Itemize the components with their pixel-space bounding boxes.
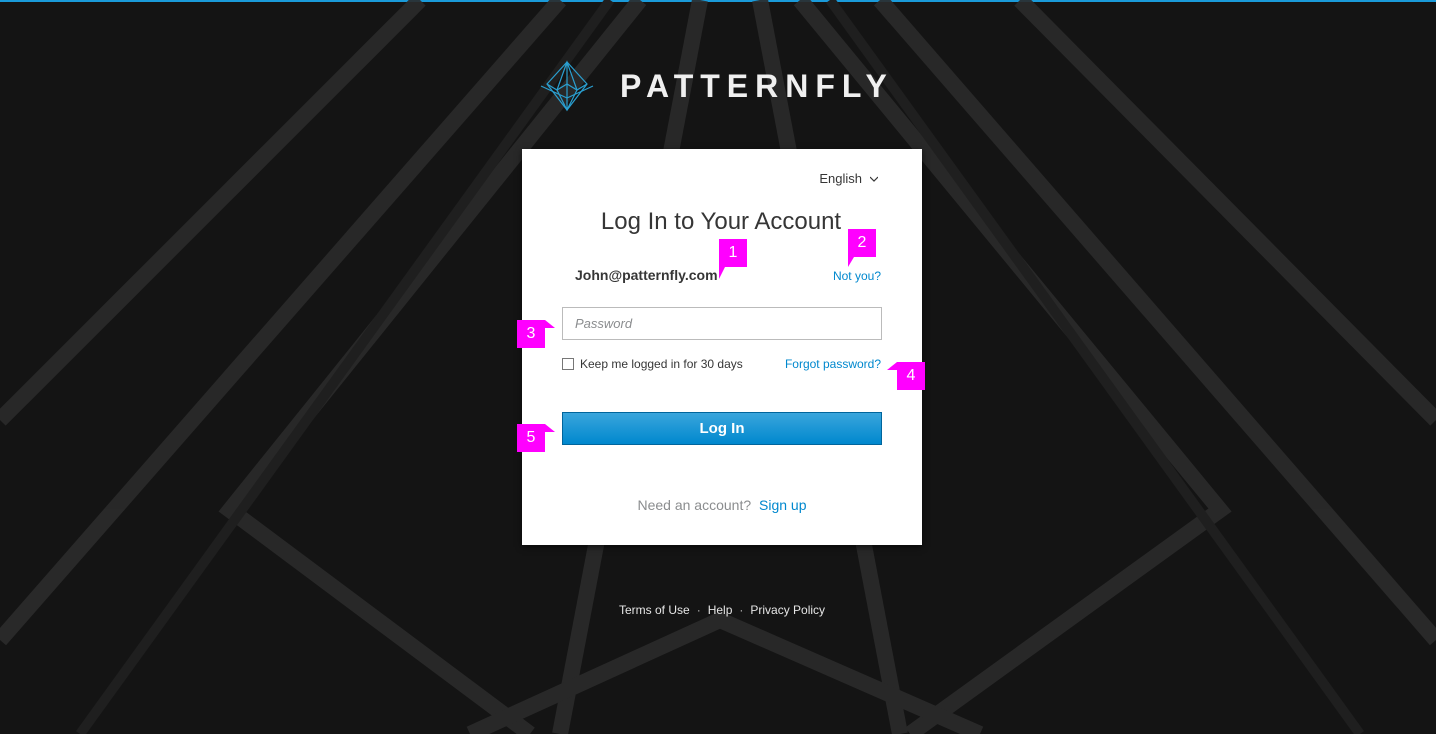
patternfly-logo-icon bbox=[540, 60, 594, 112]
signup-row: Need an account? Sign up bbox=[522, 497, 922, 513]
login-card: English Log In to Your Account John@patt… bbox=[522, 149, 922, 545]
annotation-tail-2 bbox=[848, 257, 854, 267]
language-selector[interactable]: English bbox=[819, 171, 878, 186]
keep-logged-in: Keep me logged in for 30 days bbox=[562, 357, 743, 371]
annotation-marker-1: 1 bbox=[719, 239, 747, 267]
footer-links: Terms of Use · Help · Privacy Policy bbox=[619, 603, 825, 617]
privacy-policy-link[interactable]: Privacy Policy bbox=[750, 603, 825, 617]
annotation-marker-5: 5 bbox=[517, 424, 545, 452]
annotation-marker-2: 2 bbox=[848, 229, 876, 257]
footer-separator: · bbox=[739, 603, 744, 617]
language-label: English bbox=[819, 171, 862, 186]
brand-header: PATTERNFLY bbox=[539, 60, 894, 112]
sign-up-link[interactable]: Sign up bbox=[759, 497, 806, 513]
footer-separator: · bbox=[696, 603, 701, 617]
chevron-down-icon bbox=[870, 176, 878, 182]
annotation-tail-4 bbox=[887, 362, 897, 370]
annotation-marker-3: 3 bbox=[517, 320, 545, 348]
annotation-tail-5 bbox=[545, 424, 555, 432]
terms-of-use-link[interactable]: Terms of Use bbox=[619, 603, 690, 617]
not-you-link[interactable]: Not you? bbox=[833, 269, 881, 283]
annotation-tail-1 bbox=[719, 267, 725, 279]
help-link[interactable]: Help bbox=[708, 603, 733, 617]
need-account-text: Need an account? bbox=[637, 497, 752, 513]
keep-logged-in-label: Keep me logged in for 30 days bbox=[580, 357, 743, 371]
keep-logged-in-checkbox[interactable] bbox=[562, 358, 574, 370]
annotation-marker-4: 4 bbox=[897, 362, 925, 390]
user-email: John@patternfly.com bbox=[575, 267, 718, 283]
password-input[interactable] bbox=[562, 307, 882, 340]
annotation-tail-3 bbox=[545, 320, 555, 328]
forgot-password-link[interactable]: Forgot password? bbox=[785, 357, 881, 371]
brand-name: PATTERNFLY bbox=[620, 67, 894, 104]
login-button[interactable]: Log In bbox=[562, 412, 882, 445]
